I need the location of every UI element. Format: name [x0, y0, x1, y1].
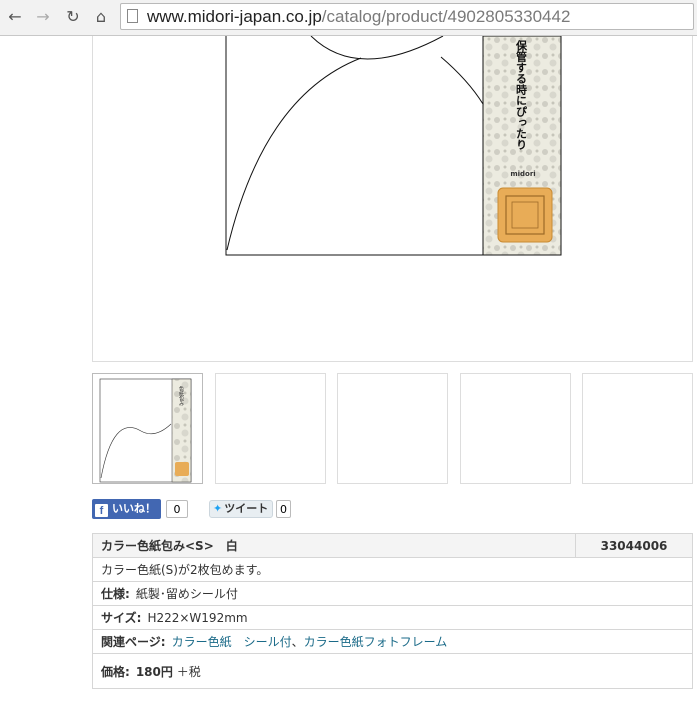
spec-row: 仕様: 紙製･留めシール付	[92, 581, 693, 606]
thumbnail-4[interactable]	[460, 373, 571, 484]
related-link-2[interactable]: カラー色紙フォトフレーム	[304, 635, 448, 649]
tax-note: ＋税	[176, 664, 201, 679]
tweet-button[interactable]: ✦ ツイート	[209, 500, 274, 518]
product-image-frame: 保管する時にぴったり midori	[92, 35, 694, 362]
price-label: 価格:	[101, 664, 130, 679]
product-code: 33044006	[575, 533, 693, 558]
product-image[interactable]: 保管する時にぴったり midori	[93, 35, 694, 362]
product-description: カラー色紙(S)が2枚包めます。	[92, 557, 693, 582]
thumbnail-5[interactable]	[582, 373, 693, 484]
thumbnail-2[interactable]	[215, 373, 326, 484]
price-row: 価格: 180円 ＋税	[92, 653, 693, 689]
brand-logo: midori	[510, 170, 535, 178]
url-path: /catalog/product/4902805330442	[321, 7, 571, 26]
thumbnail-1[interactable]: 色紙包み	[92, 373, 203, 484]
spec-value: 紙製･留めシール付	[135, 587, 238, 601]
related-label: 関連ページ:	[101, 635, 166, 649]
size-label: サイズ:	[101, 611, 142, 625]
size-value: H222×W192mm	[147, 611, 248, 625]
url-text[interactable]: www.midori-japan.co.jp/catalog/product/4…	[147, 6, 570, 28]
like-label: いいね！	[112, 502, 156, 515]
related-separator: 、	[291, 635, 304, 649]
facebook-icon: f	[95, 504, 108, 517]
like-count: 0	[166, 500, 188, 518]
description-row: カラー色紙(S)が2枚包めます。	[92, 557, 693, 582]
related-row: 関連ページ: カラー色紙 シール付、カラー色紙フォトフレーム	[92, 629, 693, 654]
back-arrow-icon[interactable]: ←	[4, 6, 26, 28]
tweet-count: 0	[276, 500, 291, 518]
twitter-bird-icon: ✦	[213, 502, 223, 515]
browser-toolbar: ← → ↻ ⌂ www.midori-japan.co.jp/catalog/p…	[0, 0, 697, 36]
thumbnail-3[interactable]	[337, 373, 448, 484]
url-domain: www.midori-japan.co.jp	[147, 7, 322, 26]
product-header-row: カラー色紙包み<S> 白 33044006	[92, 533, 693, 558]
page-icon	[127, 9, 138, 23]
spec-label: 仕様:	[101, 587, 130, 601]
forward-arrow-icon[interactable]: →	[32, 6, 54, 28]
facebook-like-button[interactable]: f いいね！	[92, 499, 161, 519]
reload-icon[interactable]: ↻	[62, 6, 84, 28]
price-value: 180円	[135, 664, 173, 679]
tweet-label: ツイート	[224, 502, 269, 515]
size-row: サイズ: H222×W192mm	[92, 605, 693, 630]
address-bar[interactable]: www.midori-japan.co.jp/catalog/product/4…	[120, 3, 694, 30]
product-name: カラー色紙包み<S> 白	[92, 533, 576, 558]
package-title: 保管する時にぴったり	[515, 39, 529, 150]
related-link-1[interactable]: カラー色紙 シール付	[172, 635, 292, 649]
thumbnail-package-title: 色紙包み	[178, 385, 184, 407]
product-info-table: カラー色紙包み<S> 白 33044006 カラー色紙(S)が2枚包めます。 仕…	[92, 533, 693, 689]
home-icon[interactable]: ⌂	[90, 6, 112, 28]
